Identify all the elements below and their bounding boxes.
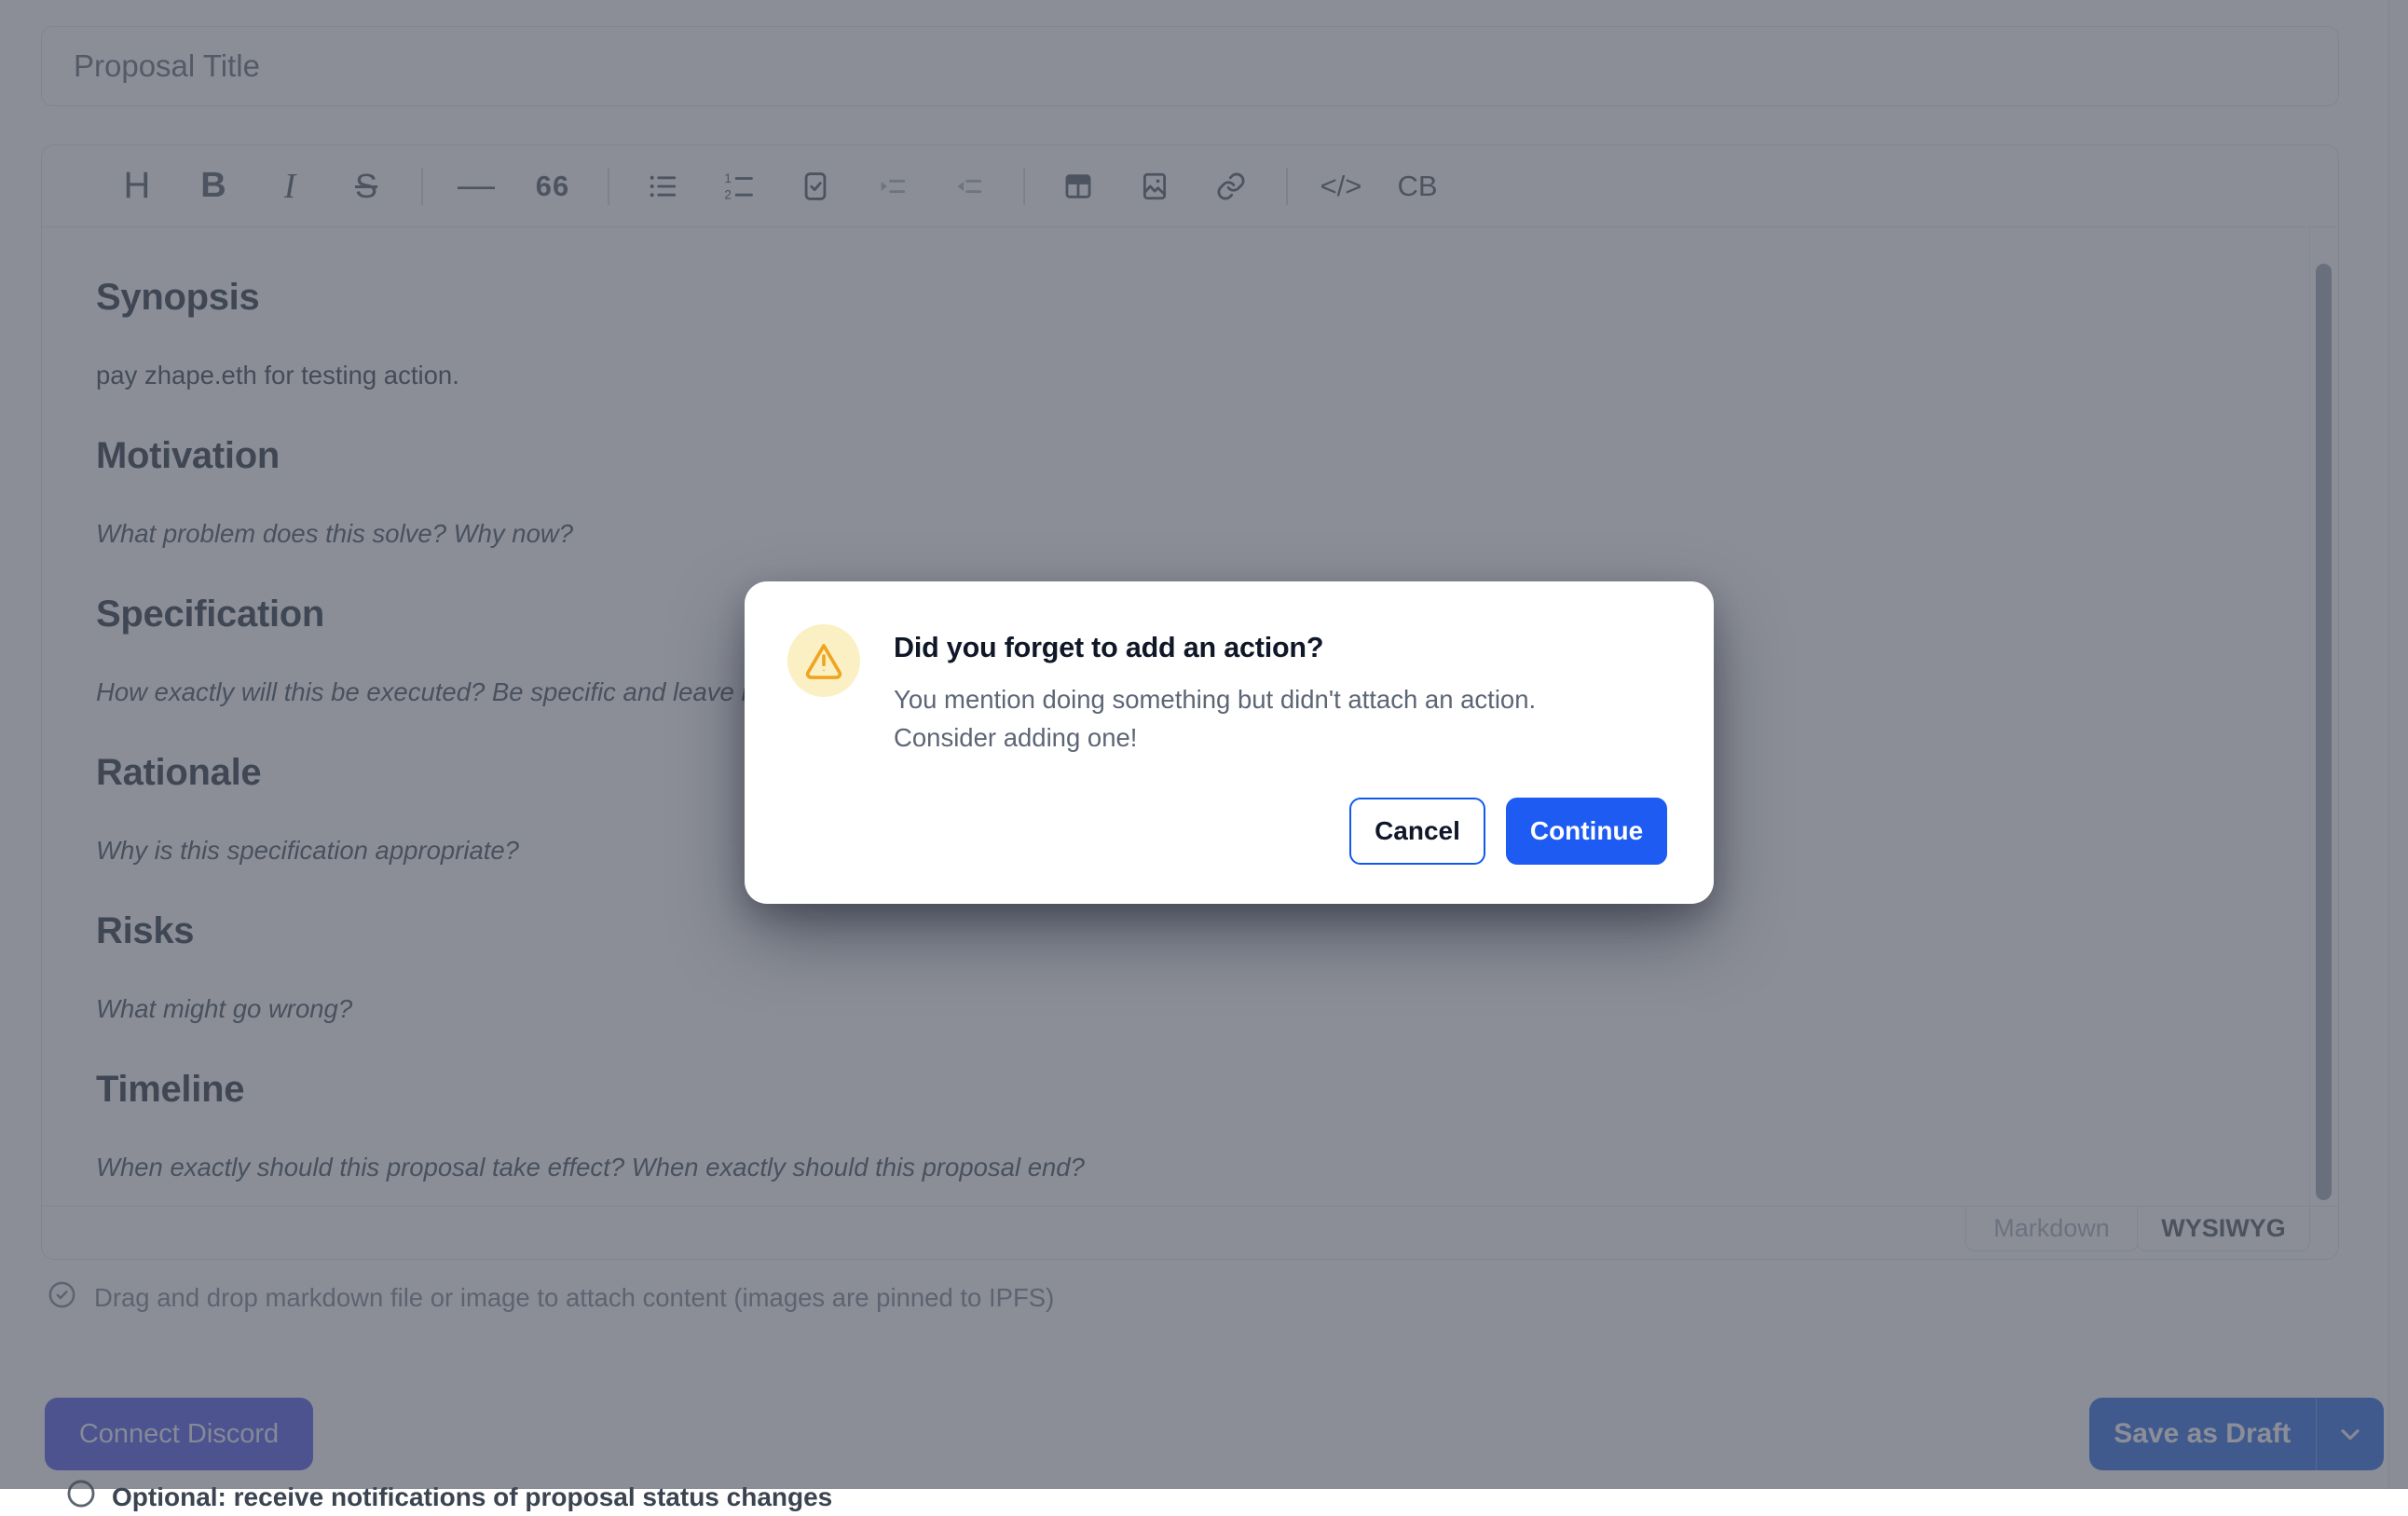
dialog-title: Did you forget to add an action? — [894, 632, 1323, 664]
dialog-actions: Cancel Continue — [1349, 798, 1667, 865]
dialog-body: You mention doing something but didn't a… — [894, 680, 1536, 757]
action-warning-dialog: Did you forget to add an action? You men… — [745, 581, 1714, 904]
continue-button[interactable]: Continue — [1506, 798, 1667, 865]
warning-icon — [787, 624, 860, 697]
dialog-body-line2: Consider adding one! — [894, 723, 1137, 752]
cancel-button[interactable]: Cancel — [1349, 798, 1485, 865]
dialog-body-line1: You mention doing something but didn't a… — [894, 685, 1536, 714]
